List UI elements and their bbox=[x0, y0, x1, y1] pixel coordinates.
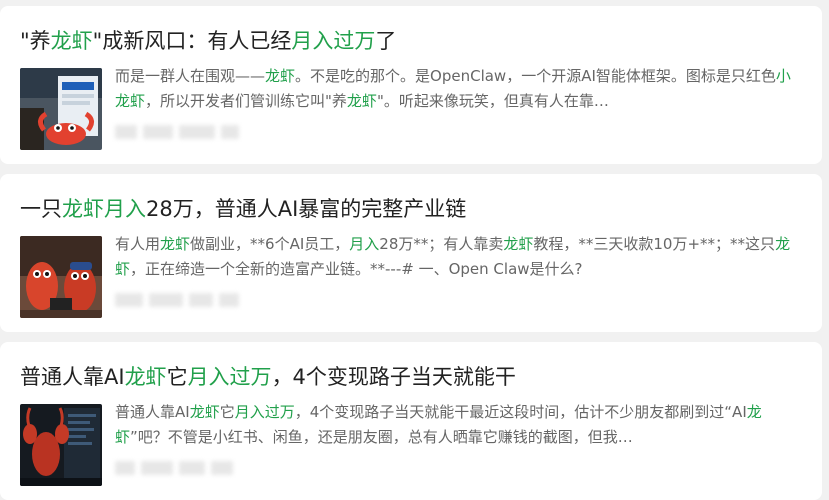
text-segment: 做副业，**6个AI员工， bbox=[190, 235, 350, 253]
text-segment: 了 bbox=[375, 29, 397, 53]
text-segment: ，4个变现路子当天就能干 bbox=[271, 365, 516, 389]
source-info-blurred bbox=[115, 456, 233, 480]
highlighted-keyword: 龙虾 bbox=[503, 235, 534, 253]
text-segment: ，4个变现路子当天就能干最近这段时间，估计不少朋友都刷到过“AI bbox=[294, 403, 747, 421]
result-summary: 而是一群人在围观——龙虾。不是吃的那个。是OpenClaw，一个开源AI智能体框… bbox=[115, 64, 797, 114]
result-summary: 普通人靠AI龙虾它月入过万，4个变现路子当天就能干最近这段时间，估计不少朋友都刷… bbox=[115, 400, 797, 450]
text-segment: "养 bbox=[20, 29, 51, 53]
highlighted-keyword: 月入 bbox=[104, 197, 146, 221]
text-segment: 它 bbox=[219, 403, 235, 421]
highlighted-keyword: 龙虾 bbox=[124, 365, 167, 389]
text-segment: 普通人靠AI bbox=[20, 365, 125, 389]
thumbnail-image[interactable] bbox=[20, 68, 102, 150]
text-segment: 普通人靠AI bbox=[115, 403, 190, 421]
text-segment: 有人用 bbox=[115, 235, 161, 253]
highlighted-keyword: 月入 bbox=[349, 235, 380, 253]
source-info-blurred bbox=[115, 120, 239, 144]
text-segment: 而是一群人在围观—— bbox=[115, 67, 266, 85]
text-segment: 教程，**三天收款10万+**；**这只 bbox=[533, 235, 776, 253]
text-segment: 28万**；有人靠卖 bbox=[379, 235, 504, 253]
highlighted-keyword: 龙虾 bbox=[160, 235, 191, 253]
highlighted-keyword: 月入过万 bbox=[187, 365, 272, 389]
thumbnail-image[interactable] bbox=[20, 404, 102, 486]
text-segment: ”吧？不管是小红书、闲鱼，还是朋友圈，总有人晒靠它赚钱的截图，但我… bbox=[130, 428, 633, 446]
highlighted-keyword: 龙虾 bbox=[189, 403, 220, 421]
result-card[interactable]: "养龙虾"成新风口：有人已经月入过万了 而是一群人在围观——龙虾。不是吃的那个。… bbox=[0, 6, 822, 164]
result-summary: 有人用龙虾做副业，**6个AI员工，月入28万**；有人靠卖龙虾教程，**三天收… bbox=[115, 232, 797, 282]
text-segment: ，所以开发者们管训练它叫"养 bbox=[145, 92, 347, 110]
source-info-blurred bbox=[115, 288, 239, 312]
result-title[interactable]: 一只龙虾月入28万，普通人AI暴富的完整产业链 bbox=[20, 194, 800, 224]
text-segment: 。不是吃的那个。是OpenClaw，一个开源AI智能体框架。图标是只红色 bbox=[295, 67, 776, 85]
result-title[interactable]: "养龙虾"成新风口：有人已经月入过万了 bbox=[20, 26, 800, 56]
text-segment: 一只 bbox=[20, 197, 62, 221]
highlighted-keyword: 月入过万 bbox=[234, 403, 295, 421]
result-title[interactable]: 普通人靠AI龙虾它月入过万，4个变现路子当天就能干 bbox=[20, 362, 800, 392]
highlighted-keyword: 龙虾 bbox=[50, 29, 93, 53]
highlighted-keyword: 龙虾 bbox=[346, 92, 377, 110]
search-results-feed: "养龙虾"成新风口：有人已经月入过万了 而是一群人在围观——龙虾。不是吃的那个。… bbox=[0, 0, 829, 500]
text-segment: "成新风口：有人已经 bbox=[92, 29, 292, 53]
result-card[interactable]: 普通人靠AI龙虾它月入过万，4个变现路子当天就能干 普通人靠AI龙虾它月入过万，… bbox=[0, 342, 822, 500]
highlighted-keyword: 月入过万 bbox=[291, 29, 376, 53]
thumbnail-image[interactable] bbox=[20, 236, 102, 318]
text-segment: 28万，普通人AI暴富的完整产业链 bbox=[146, 197, 467, 221]
text-segment: 它 bbox=[166, 365, 188, 389]
text-segment: ，正在缔造一个全新的造富产业链。**---# 一、Open Claw是什么? bbox=[130, 260, 583, 278]
highlighted-keyword: 龙虾 bbox=[62, 197, 104, 221]
highlighted-keyword: 龙虾 bbox=[265, 67, 296, 85]
text-segment: "。听起来像玩笑，但真有人在靠… bbox=[376, 92, 609, 110]
result-card[interactable]: 一只龙虾月入28万，普通人AI暴富的完整产业链 有人用龙虾做副业，**6个AI员… bbox=[0, 174, 822, 332]
